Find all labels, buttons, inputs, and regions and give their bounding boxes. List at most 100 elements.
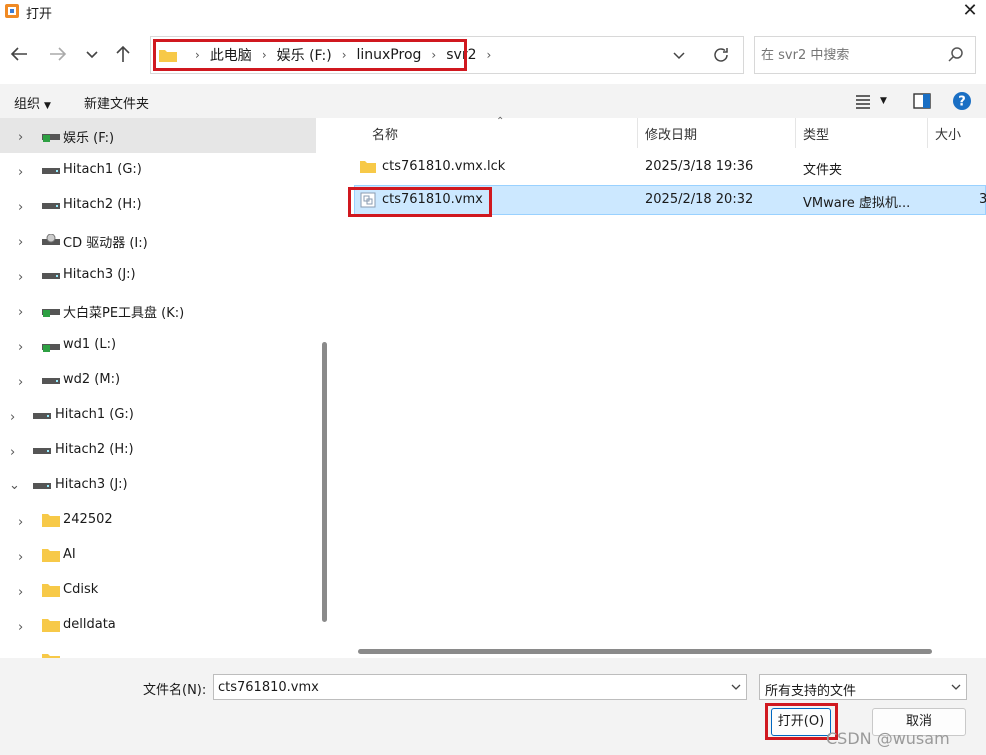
column-divider[interactable] [795, 118, 796, 148]
nav-item-label: AI [63, 547, 76, 562]
nav-item-folder-delldata[interactable]: › delldata [0, 608, 316, 643]
file-size: 3 [979, 192, 986, 207]
nav-item-drive-f[interactable]: › 娱乐 (F:) [0, 118, 316, 153]
nav-item-label: 242502 [63, 512, 113, 527]
view-list-icon[interactable] [853, 91, 873, 111]
column-header-type[interactable]: 类型 [803, 118, 829, 148]
horizontal-scrollbar-thumb[interactable] [358, 649, 932, 654]
file-row[interactable]: cts761810.vmx.lck 2025/3/18 19:36 文件夹 [354, 152, 986, 182]
chevron-down-icon[interactable]: ⌄ [9, 478, 21, 493]
new-folder-button[interactable]: 新建文件夹 [84, 93, 149, 112]
nav-item-label: Hitach2 (H:) [55, 442, 134, 457]
chevron-right-icon[interactable]: › [18, 620, 30, 635]
nav-item-drive-j[interactable]: › Hitach3 (J:) [0, 258, 316, 293]
chevron-right-icon[interactable]: › [18, 305, 30, 320]
organize-label: 组织 [14, 97, 41, 112]
nav-item-label: wd2 (M:) [63, 372, 121, 387]
svg-text:?: ? [958, 95, 966, 110]
nav-item-folder-cdisk[interactable]: › Cdisk [0, 573, 316, 608]
search-input[interactable] [761, 45, 941, 65]
nav-item-hitach2[interactable]: › Hitach2 (H:) [0, 433, 316, 468]
chevron-right-icon[interactable]: › [18, 235, 30, 250]
chevron-right-icon[interactable]: › [18, 550, 30, 565]
filename-label: 文件名(N): [143, 683, 207, 698]
cd-drive-icon [42, 234, 60, 245]
recent-locations-button[interactable] [80, 42, 104, 66]
chevron-right-icon[interactable]: › [18, 585, 30, 600]
nav-item-hitach3[interactable]: ⌄ Hitach3 (J:) [0, 468, 316, 503]
nav-item-drive-m[interactable]: › wd2 (M:) [0, 363, 316, 398]
chevron-right-icon[interactable]: › [18, 340, 30, 355]
column-header-date[interactable]: 修改日期 [645, 118, 697, 148]
nav-item-label: delldata [63, 617, 116, 632]
filetype-select[interactable]: 所有支持的文件 [759, 674, 967, 700]
address-bar[interactable]: › 此电脑 › 娱乐 (F:) › linuxProg › svr2 › [150, 36, 744, 74]
filetype-value: 所有支持的文件 [765, 684, 857, 699]
watermark: CSDN @wusam [826, 729, 950, 748]
nav-item-label: Hitach3 (J:) [55, 477, 128, 492]
command-bar: 组织 ▼ 新建文件夹 ▼ ? [0, 84, 986, 118]
drive-icon [33, 448, 51, 454]
refresh-icon[interactable] [711, 45, 731, 65]
nav-item-label: Hitach3 (J:) [63, 267, 136, 282]
drive-icon [42, 378, 60, 384]
nav-item-label: Cdisk [63, 582, 99, 597]
chevron-right-icon[interactable]: › [18, 165, 30, 180]
organize-menu[interactable]: 组织 ▼ [14, 93, 51, 112]
dialog-footer: 文件名(N): 所有支持的文件 打开(O) 取消 CSDN @wusam [0, 658, 986, 755]
drive-icon [33, 483, 51, 489]
nav-item-folder-ai[interactable]: › AI [0, 538, 316, 573]
chevron-down-icon[interactable] [950, 681, 962, 693]
chevron-right-icon[interactable]: › [18, 130, 30, 145]
sort-ascending-icon: ⌃ [496, 116, 505, 127]
caret-down-icon: ▼ [44, 101, 51, 111]
forward-button[interactable] [46, 42, 70, 66]
preview-pane-icon[interactable] [912, 91, 932, 111]
column-divider[interactable] [637, 118, 638, 148]
column-divider[interactable] [927, 118, 928, 148]
nav-item-drive-h[interactable]: › Hitach2 (H:) [0, 188, 316, 223]
chevron-right-icon[interactable]: › [18, 270, 30, 285]
folder-icon [42, 619, 60, 632]
drive-icon [42, 273, 60, 279]
nav-item-label: 娱乐 (F:) [63, 131, 115, 146]
up-button[interactable] [111, 42, 135, 66]
filename-input[interactable] [218, 678, 718, 696]
file-list-pane[interactable]: ⌃ 名称 修改日期 类型 大小 cts761810.vmx.lck 2025/3… [340, 116, 986, 658]
file-name: cts761810.vmx.lck [382, 159, 506, 174]
chevron-right-icon[interactable]: › [10, 445, 22, 460]
nav-item-drive-i[interactable]: › CD 驱动器 (I:) [0, 223, 316, 258]
chevron-right-icon[interactable]: › [486, 48, 491, 62]
chevron-right-icon[interactable]: › [18, 200, 30, 215]
column-header-name[interactable]: 名称 [372, 118, 398, 148]
nav-scrollbar-thumb[interactable] [322, 342, 327, 622]
highlight-box [348, 187, 492, 217]
chevron-right-icon[interactable]: › [10, 410, 22, 425]
chevron-down-icon[interactable] [730, 681, 742, 693]
nav-item-hitach1[interactable]: › Hitach1 (G:) [0, 398, 316, 433]
navigation-pane[interactable]: › 娱乐 (F:) › Hitach1 (G:) › Hitach2 (H:) … [0, 118, 330, 658]
search-icon[interactable] [947, 46, 965, 64]
nav-item-label: wd1 (L:) [63, 337, 117, 352]
filename-combobox[interactable] [213, 674, 747, 700]
chevron-down-icon[interactable] [671, 47, 687, 63]
nav-item-drive-l[interactable]: › wd1 (L:) [0, 328, 316, 363]
file-type: 文件夹 [803, 163, 843, 178]
nav-item-label: Hitach2 (H:) [63, 197, 142, 212]
back-button[interactable] [7, 42, 31, 66]
drive-icon [42, 168, 60, 174]
highlight-box [153, 39, 467, 71]
close-button[interactable]: ✕ [958, 0, 982, 22]
nav-item-label: Hitach1 (G:) [55, 407, 134, 422]
nav-item-drive-g[interactable]: › Hitach1 (G:) [0, 153, 316, 188]
view-options-caret-icon[interactable]: ▼ [880, 96, 887, 106]
help-icon[interactable]: ? [952, 91, 972, 111]
column-header-size[interactable]: 大小 [935, 118, 961, 148]
nav-item-drive-k[interactable]: › 大白菜PE工具盘 (K:) [0, 293, 316, 328]
chevron-right-icon[interactable]: › [18, 375, 30, 390]
search-box[interactable] [754, 36, 976, 74]
chevron-right-icon[interactable]: › [18, 515, 30, 530]
nav-item-folder-242502[interactable]: › 242502 [0, 503, 316, 538]
nav-item-partial [0, 643, 316, 658]
folder-icon [42, 514, 60, 527]
